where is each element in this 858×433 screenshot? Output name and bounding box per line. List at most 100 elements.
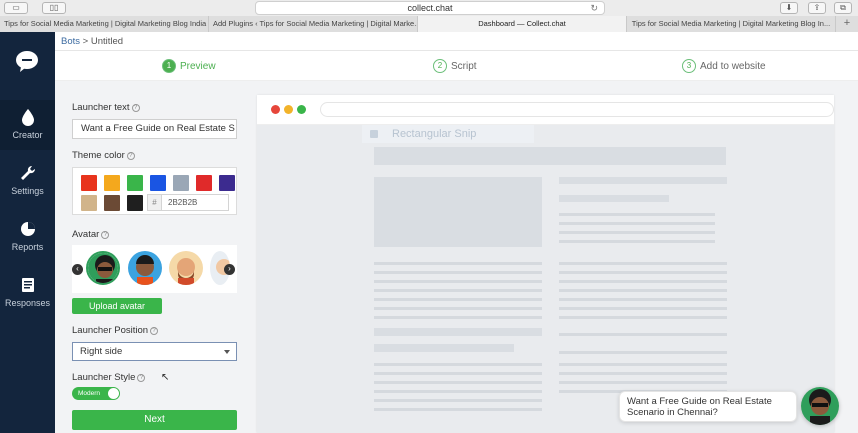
breadcrumb-separator: >: [82, 36, 89, 47]
placeholder-line: [559, 271, 727, 274]
color-swatch[interactable]: [127, 195, 143, 211]
toggle-knob: [108, 388, 119, 399]
launcher-position-select[interactable]: Right side: [72, 342, 237, 361]
close-dot-icon: [271, 105, 280, 114]
breadcrumb: Bots > Untitled: [55, 32, 858, 51]
step-number: 2: [433, 59, 447, 73]
reload-icon[interactable]: ↻: [590, 2, 598, 14]
color-swatch[interactable]: [173, 175, 189, 191]
avatar-option-selected[interactable]: [86, 251, 120, 285]
placeholder-block: [374, 344, 514, 352]
tab-bar: Tips for Social Media Marketing | Digita…: [0, 16, 858, 32]
placeholder-line: [559, 307, 727, 310]
placeholder-line: [374, 316, 542, 319]
placeholder-line: [374, 262, 542, 265]
placeholder-line: [559, 289, 727, 292]
launcher-message-bubble[interactable]: Want a Free Guide on Real Estate Scenari…: [619, 391, 797, 422]
help-icon[interactable]: ?: [131, 104, 140, 112]
color-swatch[interactable]: [81, 175, 97, 191]
placeholder-block: [559, 177, 727, 184]
step-number: 3: [682, 59, 696, 73]
color-swatch[interactable]: [219, 175, 235, 191]
sidebar-item-creator[interactable]: Creator: [0, 100, 55, 150]
color-swatch[interactable]: [104, 175, 120, 191]
placeholder-line: [374, 271, 542, 274]
chevron-left-icon[interactable]: ‹: [72, 264, 83, 275]
placeholder-line: [374, 298, 542, 301]
avatar-option[interactable]: [128, 251, 162, 285]
browser-toolbar: ▭ ▯▯ collect.chat ↻ ⬇ ⇪ ⧉: [0, 0, 858, 16]
placeholder-line: [374, 307, 542, 310]
placeholder-line: [374, 408, 542, 411]
wrench-icon: [20, 165, 35, 180]
sidebar-toggle-button[interactable]: ▭: [4, 2, 28, 14]
chat-logo-icon[interactable]: [15, 50, 39, 72]
browser-tab[interactable]: Tips for Social Media Marketing | Digita…: [627, 16, 836, 32]
help-icon[interactable]: ?: [150, 327, 159, 335]
url-text: collect.chat: [407, 3, 453, 13]
snip-label: Rectangular Snip: [392, 128, 477, 140]
sidebar-item-settings[interactable]: Settings: [0, 156, 55, 206]
help-icon[interactable]: ?: [101, 231, 110, 239]
config-panel: Launcher text? Want a Free Guide on Real…: [55, 81, 247, 433]
avatar-face-icon: [128, 251, 162, 285]
sidebar-item-responses[interactable]: Responses: [0, 268, 55, 318]
share-icon[interactable]: ⇪: [808, 2, 826, 14]
mock-browser-bar: [257, 95, 834, 125]
color-swatch[interactable]: [150, 175, 166, 191]
color-swatch[interactable]: [127, 175, 143, 191]
hex-value: 2B2B2B: [168, 198, 198, 207]
breadcrumb-current: Untitled: [90, 36, 124, 47]
browser-tab[interactable]: Add Plugins ‹ Tips for Social Media Mark…: [209, 16, 418, 32]
hex-color-input[interactable]: #2B2B2B: [147, 194, 229, 211]
placeholder-line: [374, 381, 542, 384]
label-text: Launcher Style: [72, 372, 136, 383]
upload-avatar-button[interactable]: Upload avatar: [72, 298, 162, 314]
step-add-to-website[interactable]: 3 Add to website: [682, 59, 766, 73]
snip-icon: [370, 130, 378, 138]
color-swatch[interactable]: [81, 195, 97, 211]
sidebar-view-button[interactable]: ▯▯: [42, 2, 66, 14]
chevron-down-icon: [224, 350, 230, 354]
placeholder-line: [374, 372, 542, 375]
browser-chrome: ▭ ▯▯ collect.chat ↻ ⬇ ⇪ ⧉ Tips for Socia…: [0, 0, 858, 32]
step-preview[interactable]: 1 Preview: [162, 59, 216, 73]
sidebar-item-reports[interactable]: Reports: [0, 212, 55, 262]
minimize-dot-icon: [284, 105, 293, 114]
placeholder-block: [559, 195, 669, 202]
new-tab-button[interactable]: +: [836, 16, 858, 32]
placeholder-line: [559, 363, 727, 366]
placeholder-line: [559, 262, 727, 265]
placeholder-line: [559, 316, 727, 319]
website-preview: Rectangular Snip: [247, 81, 858, 433]
color-swatch[interactable]: [196, 175, 212, 191]
mouse-cursor-icon: ↖: [161, 372, 170, 383]
placeholder-line: [374, 289, 542, 292]
placeholder-line: [559, 213, 715, 216]
placeholder-line: [374, 390, 542, 393]
theme-color-label: Theme color?: [72, 150, 135, 161]
browser-tab-active[interactable]: Dashboard — Collect.chat: [418, 16, 627, 32]
avatar-option[interactable]: [169, 251, 203, 285]
help-icon[interactable]: ?: [137, 374, 146, 382]
placeholder-line: [559, 333, 727, 336]
sidebar-item-label: Reports: [11, 242, 44, 252]
launcher-text-input[interactable]: Want a Free Guide on Real Estate S: [72, 119, 237, 139]
hash-symbol: #: [148, 195, 162, 210]
chevron-right-icon[interactable]: ›: [224, 264, 235, 275]
mock-url-bar: [320, 102, 834, 117]
placeholder-line: [559, 381, 727, 384]
next-button[interactable]: Next: [72, 410, 237, 430]
tabs-overview-icon[interactable]: ⧉: [834, 2, 852, 14]
browser-tab[interactable]: Tips for Social Media Marketing | Digita…: [0, 16, 209, 32]
launcher-style-toggle[interactable]: Modern: [72, 387, 120, 400]
address-bar[interactable]: collect.chat ↻: [255, 1, 605, 15]
label-text: Theme color: [72, 150, 125, 161]
avatar-face-icon: [169, 251, 203, 285]
breadcrumb-link[interactable]: Bots: [61, 36, 80, 47]
help-icon[interactable]: ?: [126, 152, 135, 160]
download-icon[interactable]: ⬇: [780, 2, 798, 14]
color-swatch[interactable]: [104, 195, 120, 211]
step-script[interactable]: 2 Script: [433, 59, 477, 73]
chat-launcher-avatar[interactable]: [801, 387, 839, 425]
